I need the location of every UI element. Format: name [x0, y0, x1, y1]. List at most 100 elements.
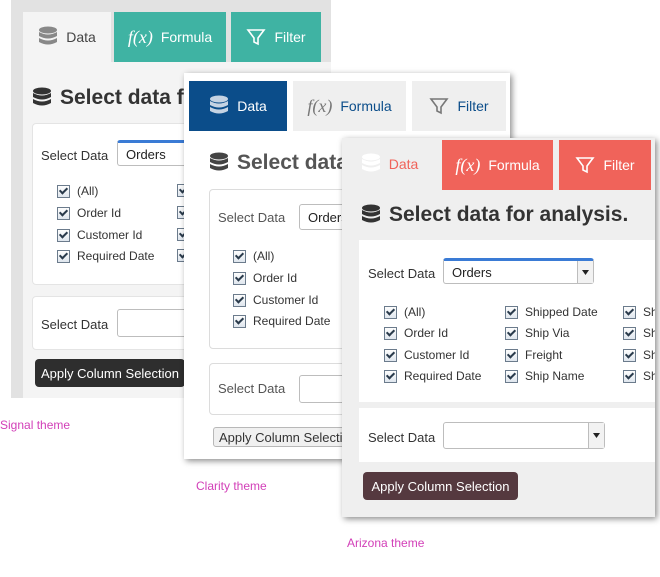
checkbox-label: (All) — [77, 184, 99, 198]
signal-apply-button[interactable]: Apply Column Selection — [35, 359, 185, 387]
checkbox[interactable] — [384, 369, 397, 383]
arizona-checkbox-all[interactable]: (All) — [384, 305, 425, 319]
arizona-select-box: Select Data Orders (All) Order Id Custom… — [359, 240, 655, 402]
arizona-checkbox-shipped-date[interactable]: Shipped Date — [505, 305, 598, 319]
arizona-select-data-label-2: Select Data — [368, 430, 436, 445]
checkbox[interactable] — [505, 326, 518, 340]
database-icon — [361, 153, 380, 172]
checkbox[interactable] — [505, 348, 518, 362]
database-icon — [33, 87, 51, 106]
checkbox-label: Required Date — [404, 369, 482, 383]
arizona-checkbox-required-date[interactable]: Required Date — [384, 369, 481, 383]
arizona-select-2[interactable] — [443, 422, 605, 449]
arizona-table-select[interactable]: Orders — [443, 258, 594, 284]
chevron-down-icon[interactable] — [577, 261, 593, 283]
function-icon: f(x) — [307, 95, 333, 116]
signal-checkbox-required-date[interactable]: Required Date — [57, 249, 154, 263]
checkbox[interactable] — [57, 249, 70, 263]
checkbox[interactable] — [384, 305, 397, 319]
clarity-checkbox-required-date[interactable]: Required Date — [233, 314, 330, 328]
clarity-apply-button[interactable]: Apply Column Selection — [213, 427, 363, 447]
database-icon — [210, 95, 229, 114]
database-icon — [210, 152, 228, 171]
checkbox[interactable] — [233, 293, 246, 307]
arizona-apply-button[interactable]: Apply Column Selection — [363, 472, 518, 500]
checkbox-label: Ship Name — [525, 369, 585, 383]
checkbox[interactable] — [233, 249, 246, 263]
signal-checkbox-order-id[interactable]: Order Id — [57, 206, 121, 220]
checkbox[interactable] — [623, 326, 636, 340]
arizona-checkbox-ship-via[interactable]: Ship Via — [505, 326, 569, 340]
arizona-checkbox-sh-2[interactable]: Sh — [623, 326, 655, 340]
signal-tab-data-label: Data — [66, 29, 96, 45]
checkbox[interactable] — [505, 305, 518, 319]
signal-tab-formula-label: Formula — [160, 29, 213, 45]
arizona-checkbox-sh-4[interactable]: Sh — [623, 369, 655, 383]
signal-checkbox-all[interactable]: (All) — [57, 184, 98, 198]
arizona-checkbox-order-id[interactable]: Order Id — [384, 326, 448, 340]
checkbox[interactable] — [505, 369, 518, 383]
arizona-checkbox-sh-1[interactable]: Sh — [623, 305, 655, 319]
checkbox-label: Required Date — [77, 249, 155, 263]
checkbox[interactable] — [57, 228, 70, 242]
checkbox-label: Ship Via — [525, 326, 570, 340]
checkbox-label: Required Date — [253, 314, 331, 328]
arizona-selected-table: Orders — [452, 264, 492, 280]
signal-checkbox-customer-id[interactable]: Customer Id — [57, 228, 142, 242]
checkbox[interactable] — [57, 184, 70, 198]
database-icon — [362, 204, 380, 223]
signal-selected-table: Orders — [126, 146, 166, 162]
clarity-caption: Clarity theme — [196, 479, 267, 493]
checkbox[interactable] — [623, 305, 636, 319]
checkbox[interactable] — [233, 271, 246, 285]
funnel-icon — [575, 157, 596, 174]
arizona-caption: Arizona theme — [347, 536, 425, 550]
checkbox[interactable] — [57, 206, 70, 220]
function-icon: f(x) — [127, 26, 153, 47]
checkbox-label: Freight — [525, 348, 563, 362]
checkbox-label: Customer Id — [77, 228, 143, 242]
signal-select-data-label-2: Select Data — [41, 317, 109, 332]
arizona-tab-data[interactable]: Data — [342, 138, 437, 190]
checkbox[interactable] — [384, 326, 397, 340]
clarity-select-data-label-2: Select Data — [218, 381, 286, 396]
checkbox-label: Order Id — [404, 326, 449, 340]
signal-tab-formula[interactable]: f(x) Formula — [114, 12, 226, 62]
checkbox[interactable] — [233, 314, 246, 328]
clarity-tab-filter[interactable]: Filter — [412, 81, 506, 131]
signal-tab-filter[interactable]: Filter — [231, 12, 321, 62]
signal-caption: Signal theme — [0, 418, 71, 432]
arizona-tab-formula[interactable]: f(x) Formula — [442, 140, 553, 190]
signal-select-data-label: Select Data — [41, 148, 109, 163]
clarity-checkbox-customer-id[interactable]: Customer Id — [233, 293, 318, 307]
funnel-icon — [429, 98, 450, 115]
checkbox[interactable] — [384, 348, 397, 362]
checkbox-label: Sh — [643, 326, 655, 340]
arizona-checkbox-sh-3[interactable]: Sh — [623, 348, 655, 362]
arizona-checkbox-customer-id[interactable]: Customer Id — [384, 348, 469, 362]
clarity-tab-formula[interactable]: f(x) Formula — [293, 81, 406, 131]
clarity-tab-data-label: Data — [237, 98, 267, 114]
checkbox-label: Sh — [643, 305, 655, 319]
funnel-icon — [246, 29, 267, 46]
arizona-checkbox-ship-name[interactable]: Ship Name — [505, 369, 584, 383]
checkbox-label: Order Id — [253, 271, 298, 285]
clarity-checkbox-order-id[interactable]: Order Id — [233, 271, 297, 285]
clarity-tab-data[interactable]: Data — [189, 81, 287, 131]
arizona-tab-filter[interactable]: Filter — [559, 140, 651, 190]
signal-tab-filter-label: Filter — [274, 29, 306, 45]
arizona-tab-formula-label: Formula — [488, 157, 540, 173]
signal-tab-data[interactable]: Data — [23, 12, 111, 62]
checkbox-label: Customer Id — [253, 293, 319, 307]
arizona-heading-text: Select data for analysis. — [389, 203, 629, 226]
checkbox[interactable] — [623, 369, 636, 383]
clarity-checkbox-all[interactable]: (All) — [233, 249, 274, 263]
arizona-tab-data-label: Data — [388, 156, 419, 172]
arizona-page-title: Select data for analysis. — [361, 203, 628, 227]
chevron-down-icon[interactable] — [588, 423, 604, 448]
checkbox-label: Order Id — [77, 206, 122, 220]
apply-button-label: Apply Column Selection — [371, 478, 510, 494]
arizona-checkbox-freight[interactable]: Freight — [505, 348, 562, 362]
arizona-select-data-label: Select Data — [368, 266, 436, 281]
checkbox[interactable] — [623, 348, 636, 362]
